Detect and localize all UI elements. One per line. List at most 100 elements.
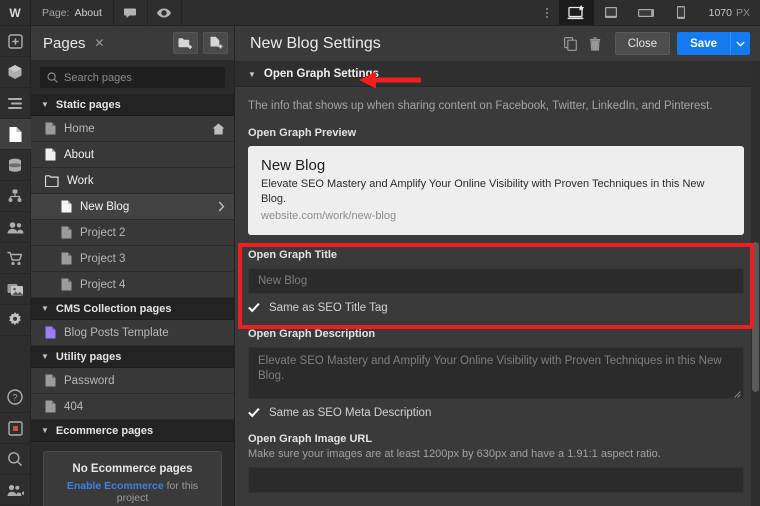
open-graph-settings-content: The info that shows up when sharing cont…: [235, 87, 760, 506]
webflow-logo[interactable]: W: [0, 0, 31, 25]
page-item-home[interactable]: Home: [31, 116, 234, 142]
duplicate-icon[interactable]: [560, 36, 582, 51]
open-graph-title-label: Open Graph Title: [248, 248, 338, 261]
logic-node-tree-icon[interactable]: [0, 181, 31, 212]
page-item-label: 404: [64, 400, 84, 413]
page-folder-label: Work: [67, 174, 94, 187]
page-item-label: Project 3: [80, 252, 126, 265]
assets-images-icon[interactable]: [0, 274, 31, 305]
ecommerce-cart-icon[interactable]: [0, 243, 31, 274]
open-graph-image-url-input[interactable]: [248, 466, 744, 493]
page-item-label: About: [64, 148, 95, 161]
page-item-404[interactable]: 404: [31, 394, 234, 420]
magnifier-icon[interactable]: [0, 444, 31, 475]
svg-text:?: ?: [12, 393, 17, 403]
breakpoint-mobile-landscape[interactable]: [629, 0, 664, 25]
viewport-width-unit: PX: [735, 6, 750, 19]
comment-icon[interactable]: [114, 0, 148, 25]
question-circle-icon[interactable]: ?: [0, 382, 31, 413]
group-header-static-pages[interactable]: ▼ Static pages: [31, 94, 234, 116]
chevron-down-icon: ▼: [41, 352, 49, 361]
open-graph-title-input[interactable]: New Blog: [248, 267, 744, 294]
page-item-blog-posts-template[interactable]: Blog Posts Template: [31, 320, 234, 346]
navigator-layers-icon[interactable]: [0, 88, 31, 119]
page-icon: [61, 226, 72, 239]
stop-square-icon[interactable]: [0, 413, 31, 444]
settings-gear-icon[interactable]: [0, 305, 31, 336]
open-graph-image-url-hint: Make sure your images are at least 1200p…: [248, 447, 661, 460]
checkmark-icon[interactable]: [248, 302, 260, 314]
trash-icon[interactable]: [584, 36, 606, 51]
page-item-new-blog[interactable]: New Blog: [31, 194, 234, 220]
open-graph-settings-section-header[interactable]: ▼ Open Graph Settings: [235, 62, 760, 87]
kebab-menu-icon[interactable]: [535, 0, 559, 25]
close-button[interactable]: Close: [614, 32, 671, 55]
preview-url: website.com/work/new-blog: [261, 209, 397, 222]
users-icon[interactable]: [0, 212, 31, 243]
group-header-utility-pages[interactable]: ▼ Utility pages: [31, 346, 234, 368]
search-input[interactable]: Search pages: [40, 67, 225, 88]
chevron-down-icon: ▼: [41, 100, 49, 109]
chevron-down-icon[interactable]: [730, 32, 750, 55]
viewport-width-value: 1070: [708, 6, 732, 19]
designer-body: ? Pages ✕ Search pages ▼ Static pages Ho…: [0, 26, 760, 506]
page-icon: [45, 400, 56, 413]
page-item-label: Password: [64, 374, 115, 387]
page-icon: [61, 252, 72, 265]
page-item-project-4[interactable]: Project 4: [31, 272, 234, 298]
close-icon[interactable]: ✕: [95, 36, 105, 50]
open-graph-description-label: Open Graph Description: [248, 327, 376, 340]
open-graph-description-placeholder: Elevate SEO Mastery and Amplify Your Onl…: [258, 354, 722, 383]
annotation-left-arrow: [357, 70, 422, 95]
page-item-project-2[interactable]: Project 2: [31, 220, 234, 246]
open-graph-preview-card: New Blog Elevate SEO Mastery and Amplify…: [248, 146, 744, 235]
page-icon: [45, 326, 56, 339]
eye-icon[interactable]: [148, 0, 182, 25]
same-as-seo-meta-description-label: Same as SEO Meta Description: [269, 406, 432, 419]
components-cube-icon[interactable]: [0, 57, 31, 88]
pages-list[interactable]: ▼ Static pages Home About Work New Blog …: [31, 94, 234, 506]
pages-search-wrap: Search pages: [31, 60, 234, 94]
open-graph-preview-label: Open Graph Preview: [248, 127, 357, 139]
ecommerce-empty-subtitle: Enable Ecommerce for this project: [52, 480, 213, 504]
page-title: New Blog Settings: [250, 34, 381, 52]
new-page-icon[interactable]: [203, 32, 228, 54]
left-toolbar: ?: [0, 26, 31, 506]
webflow-designer: W Page: About 1070 PX ? Pages ✕ Search p…: [0, 0, 760, 506]
page-item-project-3[interactable]: Project 3: [31, 246, 234, 272]
breakpoint-tablet[interactable]: [594, 0, 629, 25]
video-camera-icon[interactable]: [0, 475, 31, 506]
pages-panel: Pages ✕ Search pages ▼ Static pages Home…: [31, 26, 235, 506]
add-panel-icon[interactable]: [0, 26, 31, 57]
page-item-label: Blog Posts Template: [64, 326, 169, 339]
page-item-label: Project 4: [80, 278, 126, 291]
same-as-seo-title-row[interactable]: Same as SEO Title Tag: [248, 302, 744, 314]
checkmark-icon[interactable]: [248, 407, 260, 419]
save-button[interactable]: Save: [677, 32, 730, 55]
current-page-indicator[interactable]: Page: About: [31, 0, 114, 25]
breakpoint-desktop[interactable]: [558, 0, 594, 25]
scrollbar-thumb[interactable]: [752, 242, 759, 392]
page-item-password[interactable]: Password: [31, 368, 234, 394]
save-button-group: Save: [677, 32, 750, 55]
breakpoint-mobile-portrait[interactable]: [664, 0, 699, 25]
group-label: CMS Collection pages: [55, 302, 172, 315]
pages-panel-icon[interactable]: [0, 119, 31, 150]
new-folder-icon[interactable]: [173, 32, 198, 54]
page-icon: [61, 200, 72, 213]
resize-handle-icon[interactable]: [733, 388, 741, 398]
group-header-ecommerce-pages[interactable]: ▼ Ecommerce pages: [31, 420, 234, 442]
open-graph-description-textarea[interactable]: Elevate SEO Mastery and Amplify Your Onl…: [248, 346, 744, 399]
page-folder-work[interactable]: Work: [31, 168, 234, 194]
group-label: Utility pages: [55, 350, 122, 363]
chevron-down-icon: ▼: [41, 426, 49, 435]
page-item-about[interactable]: About: [31, 142, 234, 168]
enable-ecommerce-link[interactable]: Enable Ecommerce: [67, 480, 164, 492]
pages-panel-title: Pages: [43, 34, 86, 52]
settings-scrollbar[interactable]: [751, 62, 760, 506]
cms-database-icon[interactable]: [0, 150, 31, 181]
same-as-seo-meta-description-row[interactable]: Same as SEO Meta Description: [248, 407, 744, 419]
chevron-right-icon[interactable]: [218, 201, 225, 212]
group-header-cms-collection-pages[interactable]: ▼ CMS Collection pages: [31, 298, 234, 320]
page-icon: [45, 148, 56, 161]
